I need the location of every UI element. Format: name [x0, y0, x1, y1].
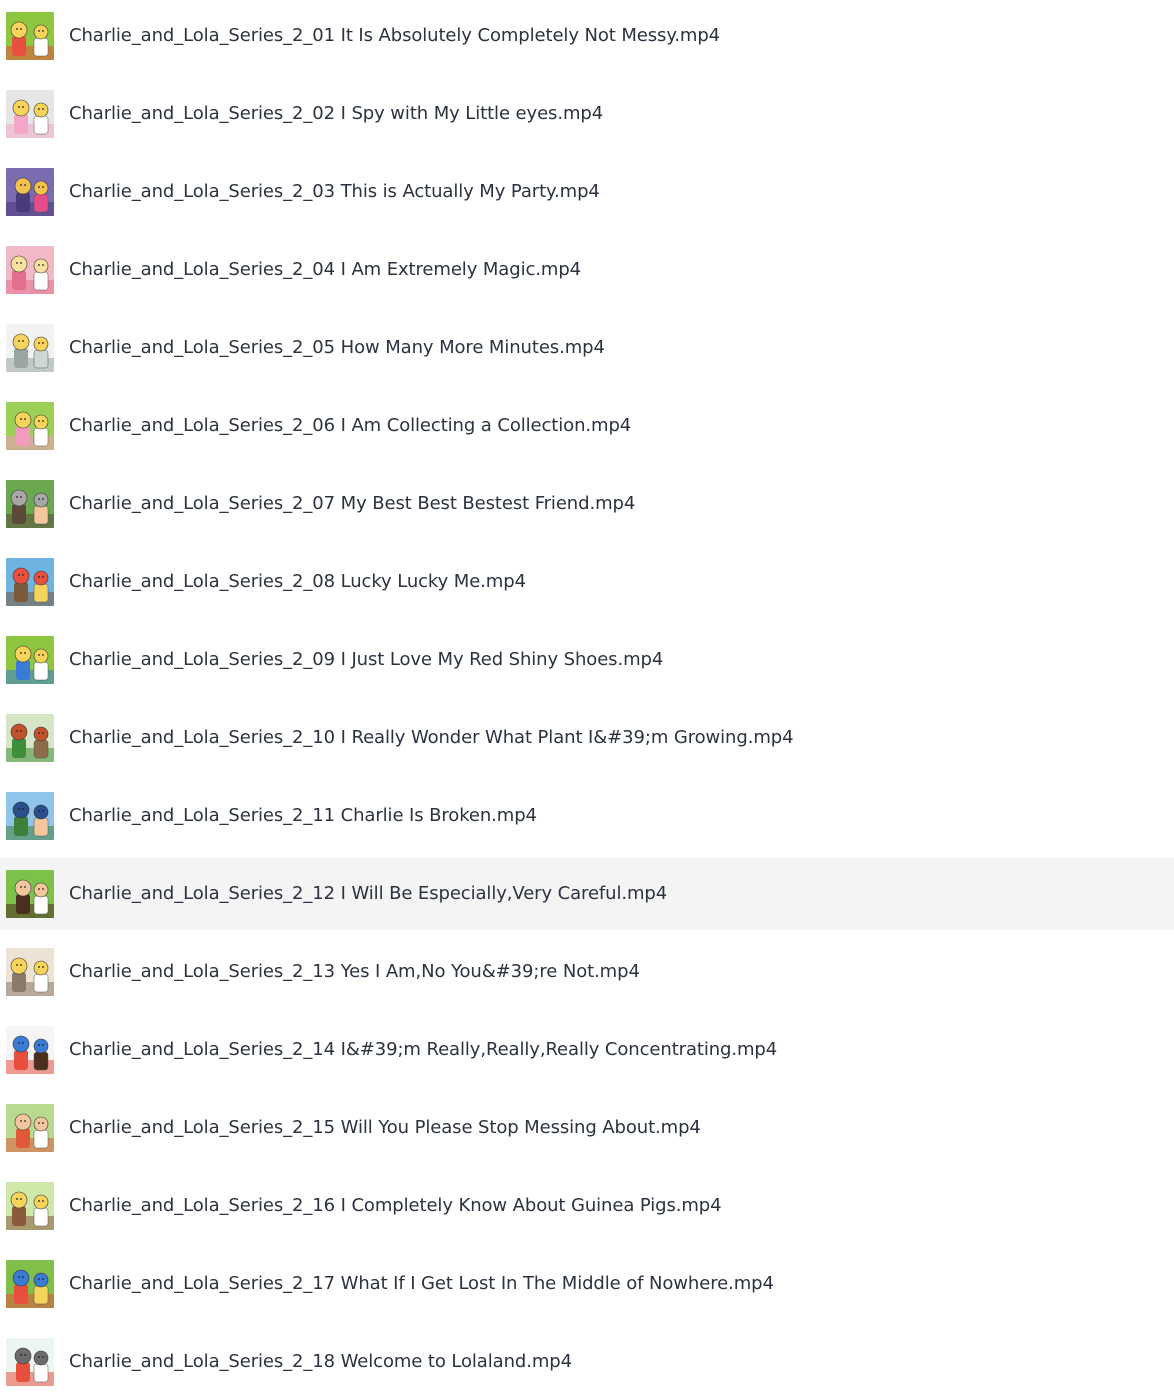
file-list-item[interactable]: Charlie_and_Lola_Series_2_17 What If I G…: [0, 1248, 1174, 1320]
file-name[interactable]: Charlie_and_Lola_Series_2_11 Charlie Is …: [69, 780, 537, 852]
file-list-item[interactable]: Charlie_and_Lola_Series_2_09 I Just Love…: [0, 624, 1174, 696]
video-thumbnail-image: [6, 324, 54, 372]
file-list-item[interactable]: Charlie_and_Lola_Series_2_10 I Really Wo…: [0, 702, 1174, 774]
video-thumbnail[interactable]: [6, 1182, 54, 1230]
file-name[interactable]: Charlie_and_Lola_Series_2_18 Welcome to …: [69, 1326, 572, 1398]
file-name[interactable]: Charlie_and_Lola_Series_2_13 Yes I Am,No…: [69, 936, 640, 1008]
video-thumbnail[interactable]: [6, 90, 54, 138]
file-name[interactable]: Charlie_and_Lola_Series_2_12 I Will Be E…: [69, 858, 667, 930]
file-list-item[interactable]: Charlie_and_Lola_Series_2_11 Charlie Is …: [0, 780, 1174, 852]
file-name[interactable]: Charlie_and_Lola_Series_2_10 I Really Wo…: [69, 702, 794, 774]
video-thumbnail[interactable]: [6, 246, 54, 294]
file-name[interactable]: Charlie_and_Lola_Series_2_09 I Just Love…: [69, 624, 663, 696]
video-thumbnail-image: [6, 1026, 54, 1074]
video-thumbnail[interactable]: [6, 1026, 54, 1074]
video-thumbnail[interactable]: [6, 1338, 54, 1386]
video-thumbnail-image: [6, 714, 54, 762]
file-list-item[interactable]: Charlie_and_Lola_Series_2_04 I Am Extrem…: [0, 234, 1174, 306]
video-thumbnail[interactable]: [6, 12, 54, 60]
video-thumbnail[interactable]: [6, 792, 54, 840]
video-thumbnail[interactable]: [6, 714, 54, 762]
video-thumbnail-image: [6, 168, 54, 216]
video-thumbnail-image: [6, 1338, 54, 1386]
file-name[interactable]: Charlie_and_Lola_Series_2_04 I Am Extrem…: [69, 234, 581, 306]
video-thumbnail-image: [6, 12, 54, 60]
video-thumbnail-image: [6, 792, 54, 840]
file-name[interactable]: Charlie_and_Lola_Series_2_02 I Spy with …: [69, 78, 603, 150]
file-list: Charlie_and_Lola_Series_2_01 It Is Absol…: [0, 0, 1174, 1398]
file-list-item[interactable]: Charlie_and_Lola_Series_2_02 I Spy with …: [0, 78, 1174, 150]
video-thumbnail[interactable]: [6, 558, 54, 606]
video-thumbnail-image: [6, 636, 54, 684]
file-list-item[interactable]: Charlie_and_Lola_Series_2_16 I Completel…: [0, 1170, 1174, 1242]
file-name[interactable]: Charlie_and_Lola_Series_2_08 Lucky Lucky…: [69, 546, 526, 618]
file-name[interactable]: Charlie_and_Lola_Series_2_17 What If I G…: [69, 1248, 774, 1320]
file-list-item[interactable]: Charlie_and_Lola_Series_2_07 My Best Bes…: [0, 468, 1174, 540]
video-thumbnail-image: [6, 1104, 54, 1152]
video-thumbnail[interactable]: [6, 1104, 54, 1152]
file-name[interactable]: Charlie_and_Lola_Series_2_14 I&#39;m Rea…: [69, 1014, 777, 1086]
file-name[interactable]: Charlie_and_Lola_Series_2_03 This is Act…: [69, 156, 600, 228]
video-thumbnail-image: [6, 1182, 54, 1230]
video-thumbnail[interactable]: [6, 168, 54, 216]
file-list-item[interactable]: Charlie_and_Lola_Series_2_12 I Will Be E…: [0, 858, 1174, 930]
file-list-item[interactable]: Charlie_and_Lola_Series_2_13 Yes I Am,No…: [0, 936, 1174, 1008]
file-name[interactable]: Charlie_and_Lola_Series_2_07 My Best Bes…: [69, 468, 635, 540]
video-thumbnail-image: [6, 558, 54, 606]
file-list-item[interactable]: Charlie_and_Lola_Series_2_18 Welcome to …: [0, 1326, 1174, 1398]
video-thumbnail-image: [6, 948, 54, 996]
video-thumbnail[interactable]: [6, 636, 54, 684]
file-list-item[interactable]: Charlie_and_Lola_Series_2_15 Will You Pl…: [0, 1092, 1174, 1164]
file-name[interactable]: Charlie_and_Lola_Series_2_01 It Is Absol…: [69, 0, 720, 72]
video-thumbnail[interactable]: [6, 480, 54, 528]
file-name[interactable]: Charlie_and_Lola_Series_2_15 Will You Pl…: [69, 1092, 701, 1164]
video-thumbnail[interactable]: [6, 324, 54, 372]
video-thumbnail-image: [6, 870, 54, 918]
file-name[interactable]: Charlie_and_Lola_Series_2_06 I Am Collec…: [69, 390, 631, 462]
file-list-item[interactable]: Charlie_and_Lola_Series_2_14 I&#39;m Rea…: [0, 1014, 1174, 1086]
file-name[interactable]: Charlie_and_Lola_Series_2_16 I Completel…: [69, 1170, 722, 1242]
file-name[interactable]: Charlie_and_Lola_Series_2_05 How Many Mo…: [69, 312, 605, 384]
video-thumbnail-image: [6, 480, 54, 528]
video-thumbnail-image: [6, 402, 54, 450]
file-list-item[interactable]: Charlie_and_Lola_Series_2_05 How Many Mo…: [0, 312, 1174, 384]
file-list-item[interactable]: Charlie_and_Lola_Series_2_06 I Am Collec…: [0, 390, 1174, 462]
file-list-item[interactable]: Charlie_and_Lola_Series_2_03 This is Act…: [0, 156, 1174, 228]
video-thumbnail[interactable]: [6, 948, 54, 996]
video-thumbnail[interactable]: [6, 402, 54, 450]
video-thumbnail[interactable]: [6, 870, 54, 918]
video-thumbnail-image: [6, 246, 54, 294]
video-thumbnail-image: [6, 90, 54, 138]
video-thumbnail[interactable]: [6, 1260, 54, 1308]
video-thumbnail-image: [6, 1260, 54, 1308]
file-list-item[interactable]: Charlie_and_Lola_Series_2_01 It Is Absol…: [0, 0, 1174, 72]
file-list-item[interactable]: Charlie_and_Lola_Series_2_08 Lucky Lucky…: [0, 546, 1174, 618]
